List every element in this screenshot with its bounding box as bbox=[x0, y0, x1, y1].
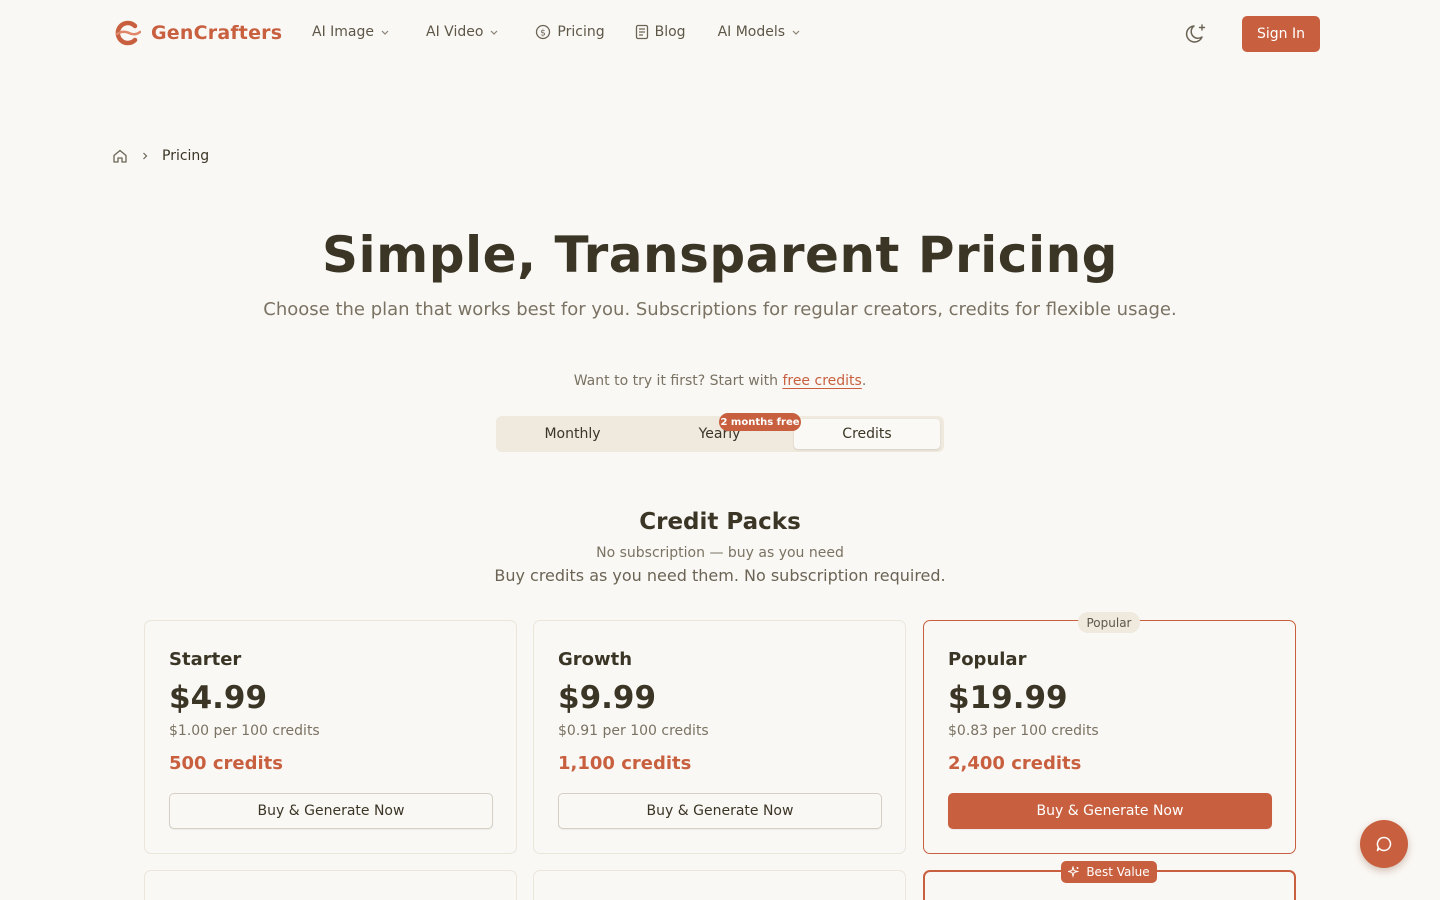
yearly-discount-badge: 2 months free bbox=[719, 413, 801, 431]
logo-icon bbox=[115, 20, 141, 46]
pack-unit-price: $1.00 per 100 credits bbox=[169, 723, 320, 739]
pack-credits: 2,400 credits bbox=[948, 753, 1082, 774]
pack-price: $9.99 bbox=[558, 680, 657, 716]
page-title: Simple, Transparent Pricing bbox=[322, 226, 1118, 284]
pack-price: $4.99 bbox=[169, 680, 268, 716]
pack-unit-price: $0.91 per 100 credits bbox=[558, 723, 709, 739]
breadcrumb: Pricing bbox=[112, 148, 209, 164]
pack-name: Popular bbox=[948, 649, 1027, 670]
try-suffix: . bbox=[861, 373, 867, 389]
pack-card-growth: Growth $9.99 $0.91 per 100 credits 1,100… bbox=[533, 620, 906, 854]
nav-ai-image[interactable]: AI Image bbox=[312, 24, 390, 40]
pack-credits: 1,100 credits bbox=[558, 753, 692, 774]
pack-price: $19.99 bbox=[948, 680, 1068, 716]
pack-name: Starter bbox=[169, 649, 242, 670]
top-nav: GenCrafters AI Image AI Video $ Pricing … bbox=[0, 0, 1440, 68]
sign-in-button[interactable]: Sign In bbox=[1242, 16, 1320, 52]
nav-label: AI Models bbox=[717, 24, 786, 40]
nav-ai-models[interactable]: AI Models bbox=[718, 24, 801, 40]
chat-bubble-icon bbox=[1376, 836, 1392, 852]
section-title: Credit Packs bbox=[639, 509, 801, 535]
pack-credits: 500 credits bbox=[169, 753, 283, 774]
section-description: Buy credits as you need them. No subscri… bbox=[494, 566, 946, 585]
brand-name: GenCrafters bbox=[151, 22, 283, 44]
tab-credits[interactable]: Credits bbox=[794, 419, 940, 449]
nav-label: AI Video bbox=[426, 24, 484, 40]
nav-label: Blog bbox=[654, 24, 686, 40]
nav-ai-video[interactable]: AI Video bbox=[426, 24, 499, 40]
chevron-down-icon bbox=[381, 30, 389, 35]
nav-blog[interactable]: Blog bbox=[635, 24, 686, 40]
pack-card bbox=[144, 870, 517, 900]
pack-card bbox=[533, 870, 906, 900]
buy-button-growth[interactable]: Buy & Generate Now bbox=[558, 793, 882, 829]
pack-unit-price: $0.83 per 100 credits bbox=[948, 723, 1099, 739]
buy-button-starter[interactable]: Buy & Generate Now bbox=[169, 793, 493, 829]
free-credits-link[interactable]: free credits bbox=[782, 373, 861, 389]
best-value-badge: Best Value bbox=[1061, 861, 1157, 883]
main-nav: AI Image AI Video $ Pricing Blog AI Mode… bbox=[312, 24, 801, 40]
chevron-down-icon bbox=[792, 30, 800, 35]
try-prefix: Want to try it first? Start with bbox=[573, 373, 783, 389]
page-subtitle: Choose the plan that works best for you.… bbox=[263, 299, 1177, 320]
nav-pricing[interactable]: $ Pricing bbox=[535, 24, 605, 40]
home-icon[interactable] bbox=[112, 148, 128, 164]
svg-text:$: $ bbox=[541, 29, 547, 39]
dollar-circle-icon: $ bbox=[536, 24, 551, 40]
breadcrumb-current: Pricing bbox=[162, 148, 210, 164]
free-credits-line: Want to try it first? Start with free cr… bbox=[0, 373, 1440, 389]
popular-badge: Popular bbox=[1078, 612, 1140, 633]
tab-monthly[interactable]: Monthly bbox=[499, 419, 646, 449]
buy-button-popular[interactable]: Buy & Generate Now bbox=[948, 793, 1272, 829]
moon-sparkle-icon[interactable] bbox=[1184, 22, 1208, 46]
section-subtitle: No subscription — buy as you need bbox=[596, 545, 844, 561]
sparkle-icon bbox=[1068, 866, 1080, 878]
nav-label: AI Image bbox=[312, 24, 375, 40]
best-value-label: Best Value bbox=[1086, 865, 1150, 879]
document-icon bbox=[635, 24, 648, 40]
pack-card-starter: Starter $4.99 $1.00 per 100 credits 500 … bbox=[144, 620, 517, 854]
pack-name: Growth bbox=[558, 649, 633, 670]
nav-label: Pricing bbox=[557, 24, 605, 40]
chat-button[interactable] bbox=[1360, 820, 1408, 868]
chevron-down-icon bbox=[490, 30, 498, 35]
pack-card-popular: Popular $19.99 $0.83 per 100 credits 2,4… bbox=[923, 620, 1296, 854]
chevron-right-icon bbox=[143, 152, 148, 160]
logo[interactable]: GenCrafters bbox=[113, 19, 282, 47]
